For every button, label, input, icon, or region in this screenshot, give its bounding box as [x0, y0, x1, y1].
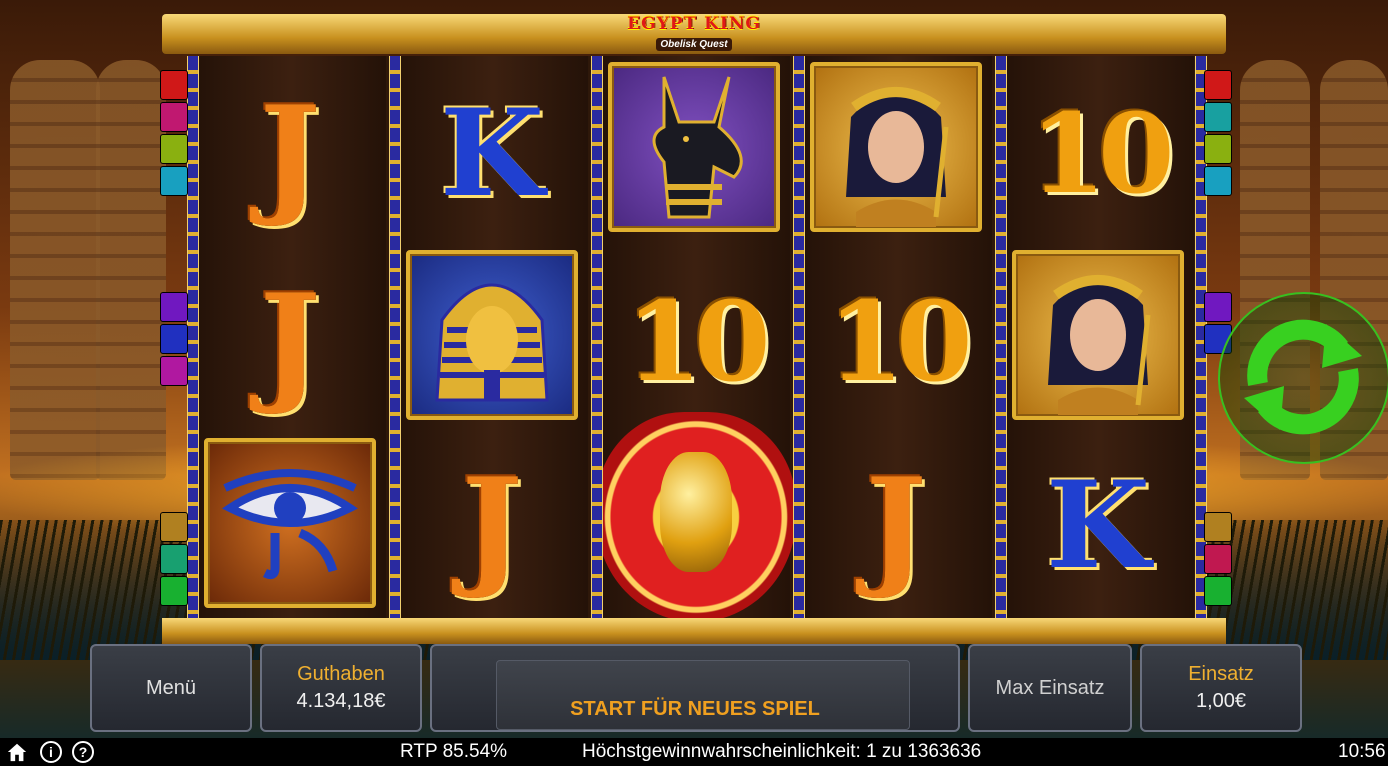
reel-separator	[187, 56, 199, 618]
max-bet-button[interactable]: Max Einsatz	[968, 644, 1132, 732]
max-bet-label: Max Einsatz	[995, 676, 1105, 699]
background-pillar-left-2	[96, 60, 166, 480]
reel-4: 10 J	[802, 56, 992, 618]
payline-marker	[160, 544, 188, 574]
symbol-j: J	[259, 76, 321, 230]
queen-icon	[846, 87, 949, 227]
payline-marker	[160, 102, 188, 132]
home-icon[interactable]	[6, 741, 28, 763]
payline-marker	[1204, 576, 1232, 606]
bet-selector[interactable]: Einsatz 1,00€	[1140, 644, 1302, 732]
queen-icon	[1048, 275, 1151, 415]
symbol-10: 10	[1029, 88, 1174, 218]
symbol-k: K	[1045, 454, 1151, 596]
rtp-text: RTP 85.54%	[400, 741, 508, 762]
payline-marker	[160, 512, 188, 542]
payline-marker	[1204, 292, 1232, 322]
symbol-pharaoh	[402, 246, 582, 424]
reel-separator	[793, 56, 805, 618]
background-pillar-left	[10, 60, 100, 480]
eye-of-horus-icon	[222, 469, 358, 580]
control-panel: Menü Guthaben 4.134,18€ START FÜR NEUES …	[88, 644, 1304, 736]
balance-value: 4.134,18€	[296, 690, 386, 712]
payline-marker	[1204, 544, 1232, 574]
balance-label: Guthaben	[297, 663, 385, 685]
spin-icon	[1244, 319, 1362, 435]
symbol-queen	[806, 58, 986, 236]
reel-separator	[389, 56, 401, 618]
reel-separator	[995, 56, 1007, 618]
start-game-button[interactable]: START FÜR NEUES SPIEL	[430, 644, 960, 732]
start-label: START FÜR NEUES SPIEL	[570, 698, 820, 720]
game-logo: EGYPT KING Obelisk Quest	[620, 14, 768, 54]
payline-marker	[160, 576, 188, 606]
symbol-queen	[1008, 246, 1188, 424]
symbol-anubis	[604, 58, 784, 236]
payline-marker	[160, 324, 188, 354]
payline-marker	[1204, 70, 1232, 100]
payline-marker	[1204, 166, 1232, 196]
symbol-k: K	[439, 82, 545, 224]
payline-marker	[1204, 512, 1232, 542]
logo-title: EGYPT KING	[627, 14, 761, 34]
symbol-10: 10	[827, 276, 972, 406]
payline-marker	[160, 166, 188, 196]
reel-frame-bottom	[162, 618, 1226, 644]
logo-subtitle: Obelisk Quest	[656, 38, 732, 51]
bet-label: Einsatz	[1188, 663, 1254, 685]
spin-button[interactable]	[1218, 292, 1388, 464]
symbol-scarab	[596, 412, 796, 622]
symbol-eye-of-horus	[200, 434, 380, 612]
max-win-probability-text: Höchstgewinnwahrscheinlichkeit: 1 zu 136…	[582, 741, 982, 762]
anubis-icon	[652, 76, 743, 219]
status-bar: i ? RTP 85.54% Höchstgewinnwahrscheinlic…	[0, 738, 1388, 766]
reel-2: K J	[398, 56, 588, 618]
menu-button[interactable]: Menü	[90, 644, 252, 732]
payline-marker	[160, 70, 188, 100]
clock: 10:56	[1338, 741, 1386, 762]
bet-value: 1,00€	[1195, 690, 1247, 712]
payline-marker	[160, 134, 188, 164]
info-icon[interactable]: i	[40, 741, 62, 763]
balance-display: Guthaben 4.134,18€	[260, 644, 422, 732]
symbol-10: 10	[625, 276, 770, 406]
pharaoh-mask-icon	[435, 283, 549, 402]
payline-marker	[160, 292, 188, 322]
symbol-j: J	[461, 448, 523, 602]
help-icon[interactable]: ?	[72, 741, 94, 763]
reel-separator	[591, 56, 603, 618]
scarab-icon	[660, 452, 732, 572]
symbol-j: J	[865, 448, 927, 602]
payline-marker	[160, 356, 188, 386]
menu-label: Menü	[145, 676, 197, 699]
symbol-j: J	[259, 264, 321, 418]
payline-marker	[1204, 134, 1232, 164]
payline-marker	[1204, 102, 1232, 132]
reel-5: 10 K	[1004, 56, 1194, 618]
reel-1: J J	[196, 56, 386, 618]
